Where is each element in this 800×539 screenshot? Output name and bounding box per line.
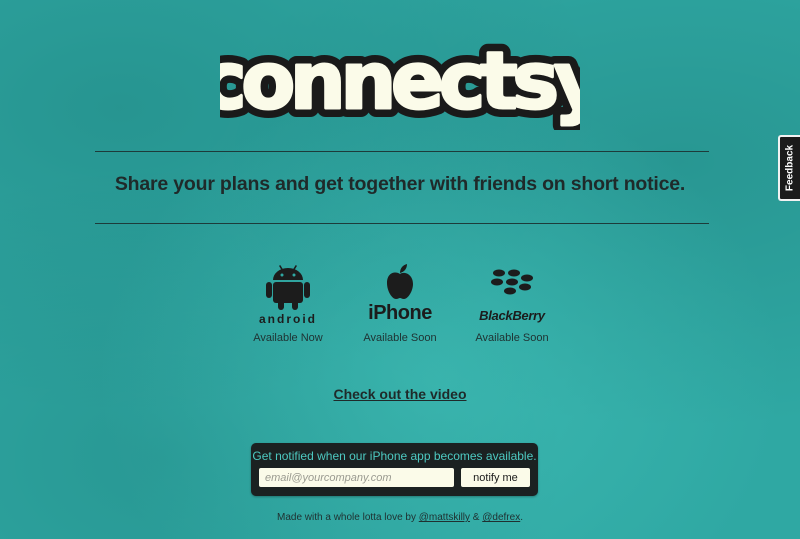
connectsy-logo: connectsy connectsy <box>0 30 800 130</box>
divider-top <box>95 151 709 152</box>
email-input[interactable] <box>259 468 454 487</box>
blackberry-wordmark: BlackBerry <box>479 308 545 323</box>
notify-text: Get notified when our iPhone app becomes… <box>252 449 537 463</box>
apple-icon <box>387 264 413 299</box>
check-video-link[interactable]: Check out the video <box>333 386 466 402</box>
tagline: Share your plans and get together with f… <box>114 173 686 195</box>
platform-iphone[interactable]: iPhone Available Soon <box>345 262 455 344</box>
footer-separator: & <box>470 512 483 523</box>
platform-list: android Available Now iPhone Available S… <box>230 262 570 352</box>
defrex-link[interactable]: @defrex <box>482 512 520 523</box>
android-logo: android <box>233 262 343 330</box>
blackberry-status: Available Soon <box>475 332 549 344</box>
notify-me-button[interactable]: notify me <box>461 468 530 487</box>
notify-box: Get notified when our iPhone app becomes… <box>251 443 538 496</box>
android-wordmark: android <box>259 312 317 326</box>
blackberry-logo: BlackBerry <box>457 262 567 330</box>
footer-text: Made with a whole lotta love by <box>277 512 419 523</box>
platform-android[interactable]: android Available Now <box>233 262 343 344</box>
divider-bottom <box>95 223 709 224</box>
feedback-label: Feedback <box>784 144 796 192</box>
video-link-container: Check out the video <box>0 386 800 404</box>
android-robot-icon <box>266 265 310 310</box>
iphone-wordmark: iPhone <box>368 302 432 324</box>
iphone-status: Available Soon <box>363 332 437 344</box>
footer-suffix: . <box>520 512 523 523</box>
logo-text-fill: connectsy <box>220 37 580 127</box>
platform-blackberry[interactable]: BlackBerry Available Soon <box>457 262 567 344</box>
logo-wordmark: connectsy connectsy <box>220 30 580 130</box>
blackberry-icon <box>491 269 533 295</box>
footer: Made with a whole lotta love by @mattski… <box>0 512 800 523</box>
iphone-logo: iPhone <box>345 262 455 330</box>
feedback-tab[interactable]: Feedback <box>778 135 800 201</box>
mattskilly-link[interactable]: @mattskilly <box>419 512 470 523</box>
android-status: Available Now <box>253 332 323 344</box>
